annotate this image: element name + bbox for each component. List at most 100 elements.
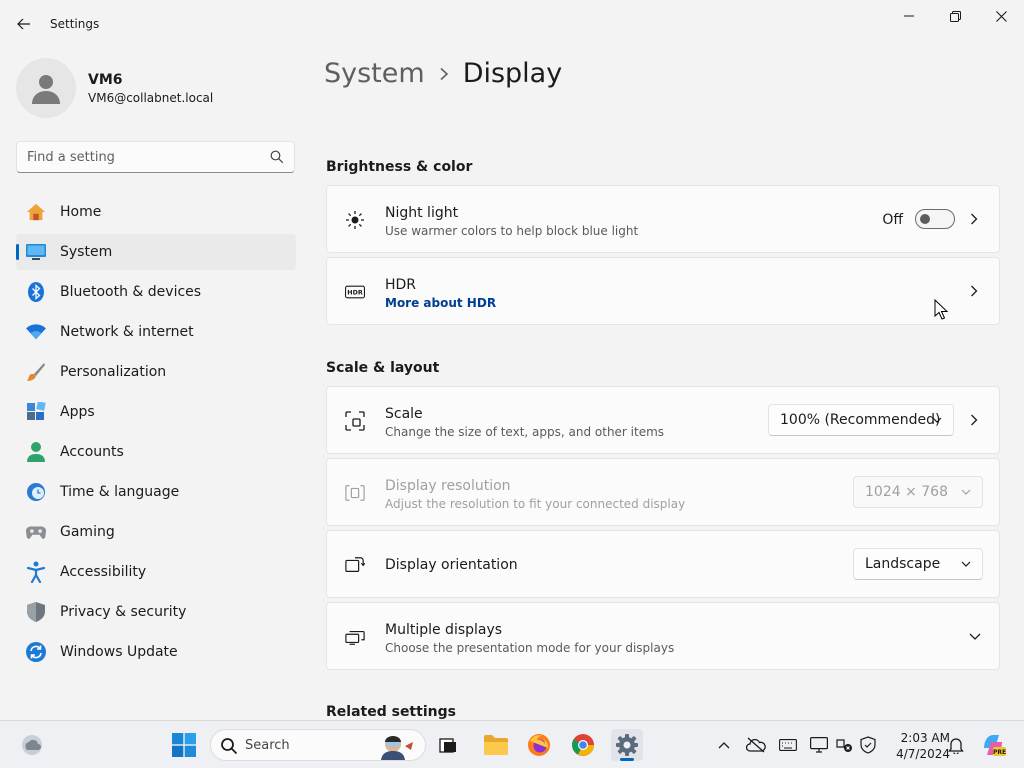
minimize-button[interactable] [886,0,932,32]
tray-display[interactable] [809,735,829,755]
close-icon [995,10,1007,22]
sidebar-item-label: Network & internet [60,324,194,340]
orientation-icon [345,555,365,575]
title-bar: Settings [0,0,1024,48]
clock-date: 4/7/2024 [896,747,950,761]
sidebar-item-label: Personalization [60,364,167,380]
taskbar-file-explorer[interactable] [480,729,512,761]
more-about-hdr-link[interactable]: More about HDR [385,296,496,310]
search-input[interactable] [27,149,267,165]
tray-security[interactable] [858,735,878,755]
scale-dropdown[interactable]: 100% (Recommended) [768,404,954,436]
show-hidden-icons-button[interactable] [714,735,734,755]
task-view-icon [439,738,456,753]
sidebar-item-personalization[interactable]: Personalization [16,354,296,390]
taskbar-firefox[interactable] [523,729,555,761]
sidebar-item-privacy[interactable]: Privacy & security [16,594,296,630]
multiple-displays-subtitle: Choose the presentation mode for your di… [385,641,675,655]
chevron-right-icon [967,413,981,427]
mouse-cursor-icon [934,299,948,320]
user-profile[interactable]: VM6 VM6@collabnet.local [16,58,213,118]
sidebar-item-apps[interactable]: Apps [16,394,296,430]
taskbar-settings[interactable] [611,729,643,761]
sidebar-item-time-language[interactable]: Time & language [16,474,296,510]
chevron-right-icon [439,67,449,81]
maximize-button[interactable] [932,0,978,32]
multiple-displays-card[interactable]: Multiple displays Choose the presentatio… [326,602,1000,670]
chevron-down-icon [960,558,972,570]
back-button[interactable] [8,9,40,39]
sidebar-item-label: Gaming [60,524,115,540]
orientation-title: Display orientation [385,557,518,573]
sidebar-item-bluetooth[interactable]: Bluetooth & devices [16,274,296,310]
brightness-icon [345,210,365,230]
close-button[interactable] [978,0,1024,32]
sidebar-item-label: Bluetooth & devices [60,284,202,300]
taskbar-search[interactable] [210,729,426,761]
hdr-title: HDR [385,277,417,293]
sidebar-item-home[interactable]: Home [16,194,296,230]
sidebar-item-accessibility[interactable]: Accessibility [16,554,296,590]
resolution-value: 1024 × 768 [865,484,948,500]
hdr-icon: HDR [345,282,365,302]
tray-keyboard[interactable] [778,735,798,755]
weather-widget-icon[interactable] [20,733,44,757]
sidebar-item-gaming[interactable]: Gaming [16,514,296,550]
multiple-displays-title: Multiple displays [385,622,503,638]
orientation-dropdown[interactable]: Landscape [853,548,983,580]
sidebar-item-label: Home [60,204,102,220]
tray-copilot[interactable]: PRE [980,732,1006,758]
taskbar-search-input[interactable] [245,737,365,753]
breadcrumb-parent[interactable]: System [324,58,425,89]
sidebar-item-network[interactable]: Network & internet [16,314,296,350]
night-light-card[interactable]: Night light Use warmer colors to help bl… [326,185,1000,253]
sidebar-item-label: Apps [60,404,95,420]
orientation-value: Landscape [865,556,941,572]
resolution-title: Display resolution [385,478,511,494]
brush-icon [26,362,46,382]
home-icon [26,202,46,222]
night-light-toggle[interactable] [915,209,955,229]
keyboard-icon [779,739,797,751]
night-light-subtitle: Use warmer colors to help block blue lig… [385,224,639,238]
accessibility-icon [26,561,46,583]
cloud-offline-icon [746,737,766,753]
scale-value: 100% (Recommended) [780,412,941,428]
shield-icon [26,602,46,622]
taskbar-task-view[interactable] [433,729,465,761]
minimize-icon [904,15,914,17]
chevron-up-icon [718,742,730,749]
update-icon [26,642,46,662]
windows-start-icon[interactable] [172,733,196,757]
sidebar-item-label: System [60,244,113,260]
taskbar-chrome[interactable] [567,729,599,761]
search-icon [221,738,238,755]
settings-search[interactable] [16,141,295,173]
apps-icon [26,402,46,422]
firefox-icon [528,734,550,756]
multiple-displays-icon [345,627,365,647]
active-app-indicator [620,758,634,761]
chrome-icon [572,734,594,756]
section-title-scale-layout: Scale & layout [326,360,440,376]
resolution-icon [345,483,365,503]
scale-card[interactable]: Scale Change the size of text, apps, and… [326,386,1000,454]
person-icon [32,75,60,104]
hdr-card[interactable]: HDR HDR More about HDR [326,257,1000,325]
night-light-title: Night light [385,205,459,221]
section-title-related: Related settings [326,704,456,720]
sidebar-item-accounts[interactable]: Accounts [16,434,296,470]
taskbar-clock[interactable]: 2:03 AM 4/7/2024 [882,730,950,762]
sidebar-item-label: Accessibility [60,564,147,580]
tray-onedrive[interactable] [746,735,766,755]
chevron-down-icon [967,630,983,644]
sidebar-item-system[interactable]: System [16,234,296,270]
gear-icon [616,734,638,756]
chevron-down-icon [960,486,972,498]
sidebar-item-windows-update[interactable]: Windows Update [16,634,296,670]
clock-time: 2:03 AM [900,731,950,745]
chevron-right-icon [967,212,981,226]
tray-network[interactable] [835,735,855,755]
tray-notifications[interactable] [946,735,966,755]
chevron-down-icon [931,414,943,426]
